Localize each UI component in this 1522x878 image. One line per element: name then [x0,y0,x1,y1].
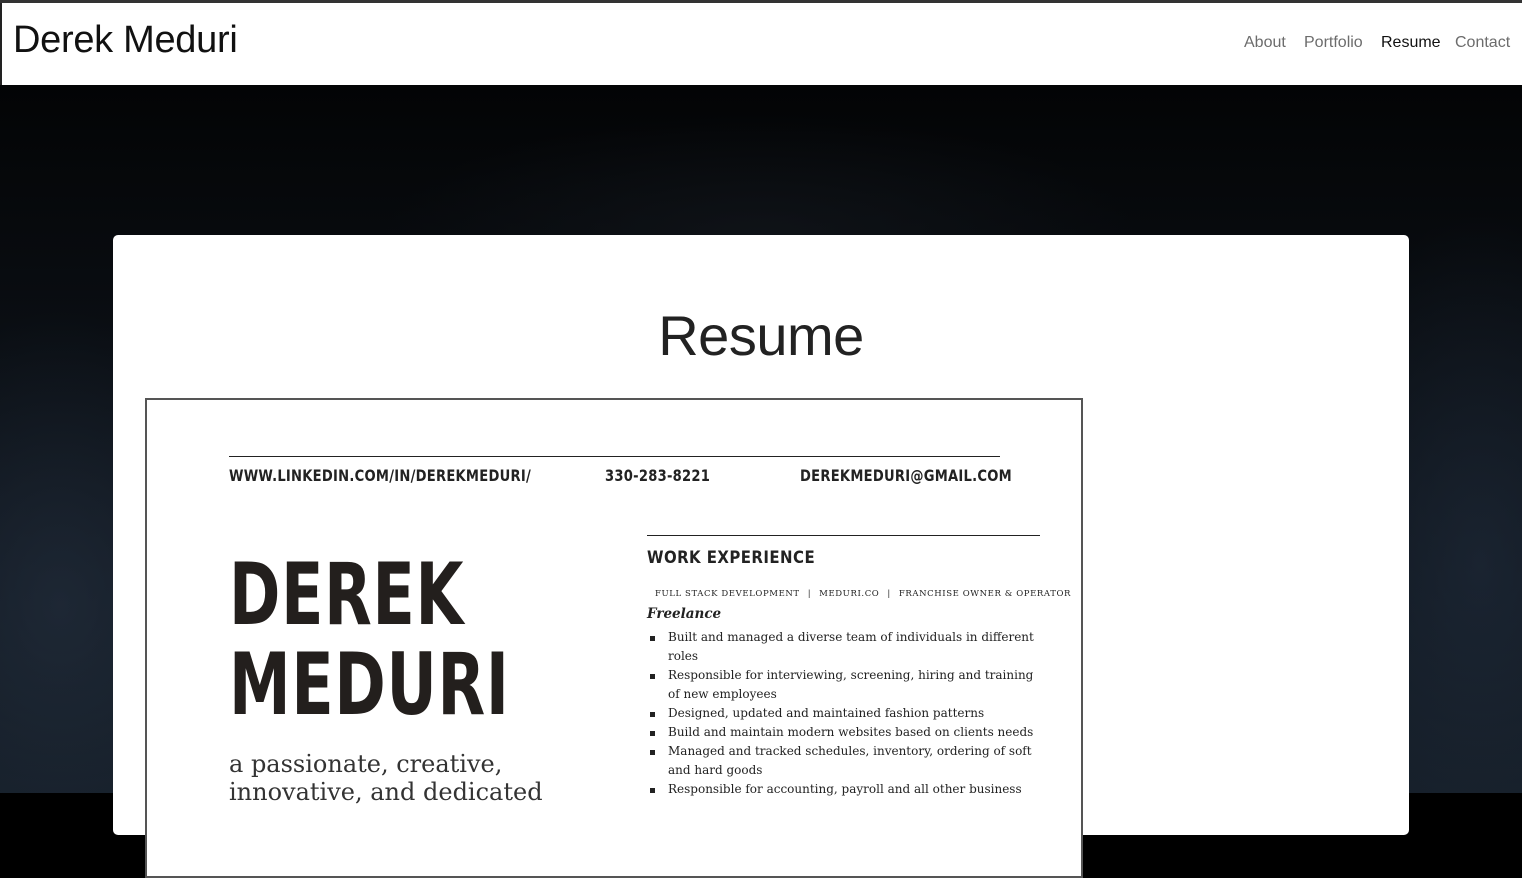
nav-link-resume[interactable]: Resume [1381,34,1441,52]
email-address: DEREKMEDURI@GMAIL.COM [800,466,1012,485]
resume-name-first: DEREK [229,545,465,645]
list-item: Responsible for accounting, payroll and … [647,780,1047,799]
list-item: Build and maintain modern websites based… [647,723,1047,742]
job-meta-other: FRANCHISE OWNER & OPERATOR [898,589,1072,599]
job-bullet-list: Built and managed a diverse team of indi… [647,628,1047,799]
linkedin-url: WWW.LINKEDIN.COM/IN/DEREKMEDURI/ [229,466,532,485]
work-experience-rule [647,535,1040,536]
nav-link-portfolio[interactable]: Portfolio [1304,34,1363,52]
resume-document[interactable]: WWW.LINKEDIN.COM/IN/DEREKMEDURI/ 330-283… [145,398,1083,878]
resume-name-last: MEDURI [229,635,510,735]
job-meta: FULL STACK DEVELOPMENT | MEDURI.CO | FRANCHI… [655,589,1071,599]
job-meta-separator: | [807,589,812,599]
navbar: Derek Meduri About Portfolio Resume Cont… [0,3,1522,85]
resume-card: Resume WWW.LINKEDIN.COM/IN/DEREKMEDURI/ … [113,235,1409,878]
list-item: Responsible for interviewing, screening,… [647,666,1047,704]
nav-link-about[interactable]: About [1244,34,1286,52]
tagline-line-2: innovative, and dedicated [229,778,543,806]
job-meta-separator: | [887,589,891,599]
phone-number: 330-283-8221 [605,466,711,485]
list-item: Designed, updated and maintained fashion… [647,704,1047,723]
contact-top-rule [229,456,1000,457]
work-experience-heading: WORK EXPERIENCE [647,548,816,568]
page-title: Resume [658,304,864,367]
list-item: Managed and tracked schedules, inventory… [647,742,1047,780]
job-meta-role: FULL STACK DEVELOPMENT [655,589,800,599]
list-item: Built and managed a diverse team of indi… [647,628,1047,666]
tagline-line-1: a passionate, creative, [229,750,503,778]
nav-link-contact[interactable]: Contact [1455,34,1510,52]
brand-link[interactable]: Derek Meduri [13,19,238,62]
job-title: Freelance [647,606,722,622]
resume-tagline: a passionate, creative, innovative, and … [229,750,543,806]
job-meta-company: MEDURI.CO [819,589,880,599]
